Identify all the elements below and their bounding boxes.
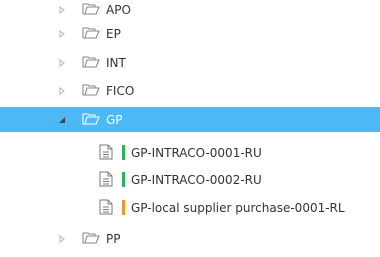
- document-icon: [99, 171, 113, 187]
- open-folder-icon: [82, 3, 100, 15]
- triangle-right-icon[interactable]: [57, 29, 67, 39]
- document-icon: [99, 144, 113, 160]
- tree-node-label: FICO: [106, 83, 135, 98]
- status-indicator: [122, 172, 125, 187]
- tree-node-apo[interactable]: APO: [0, 0, 380, 22]
- tree-node-int[interactable]: INT: [0, 50, 380, 75]
- document-icon: [99, 199, 113, 215]
- tree-node-gp[interactable]: GP: [0, 107, 380, 132]
- tree-file-gp-intraco-0002-ru[interactable]: GP-INTRACO-0002-RU: [0, 167, 380, 192]
- tree-file-label: GP-local supplier purchase-0001-RL: [131, 200, 345, 215]
- tree-node-fico[interactable]: FICO: [0, 78, 380, 103]
- tree-file-label: GP-INTRACO-0001-RU: [131, 145, 262, 160]
- triangle-down-icon[interactable]: [57, 115, 67, 125]
- tree-node-label: EP: [106, 26, 121, 41]
- open-folder-icon: [82, 113, 100, 125]
- triangle-right-icon[interactable]: [57, 86, 67, 96]
- tree-node-label: APO: [106, 2, 131, 17]
- open-folder-icon: [82, 84, 100, 96]
- tree-node-ep[interactable]: EP: [0, 21, 380, 46]
- status-indicator: [122, 200, 125, 215]
- triangle-right-icon[interactable]: [57, 234, 67, 244]
- tree-file-label: GP-INTRACO-0002-RU: [131, 172, 262, 187]
- status-indicator: [122, 145, 125, 160]
- open-folder-icon: [82, 56, 100, 68]
- tree-node-pp[interactable]: PP: [0, 226, 380, 251]
- tree-node-label: GP: [106, 112, 123, 127]
- triangle-right-icon[interactable]: [57, 5, 67, 15]
- open-folder-icon: [82, 232, 100, 244]
- tree-file-gp-intraco-0001-ru[interactable]: GP-INTRACO-0001-RU: [0, 140, 380, 165]
- open-folder-icon: [82, 27, 100, 39]
- tree-file-gp-local-supplier-purchase-0001[interactable]: GP-local supplier purchase-0001-RL: [0, 195, 380, 220]
- triangle-right-icon[interactable]: [57, 58, 67, 68]
- tree-node-label: INT: [106, 55, 126, 70]
- tree-node-label: PP: [106, 231, 121, 246]
